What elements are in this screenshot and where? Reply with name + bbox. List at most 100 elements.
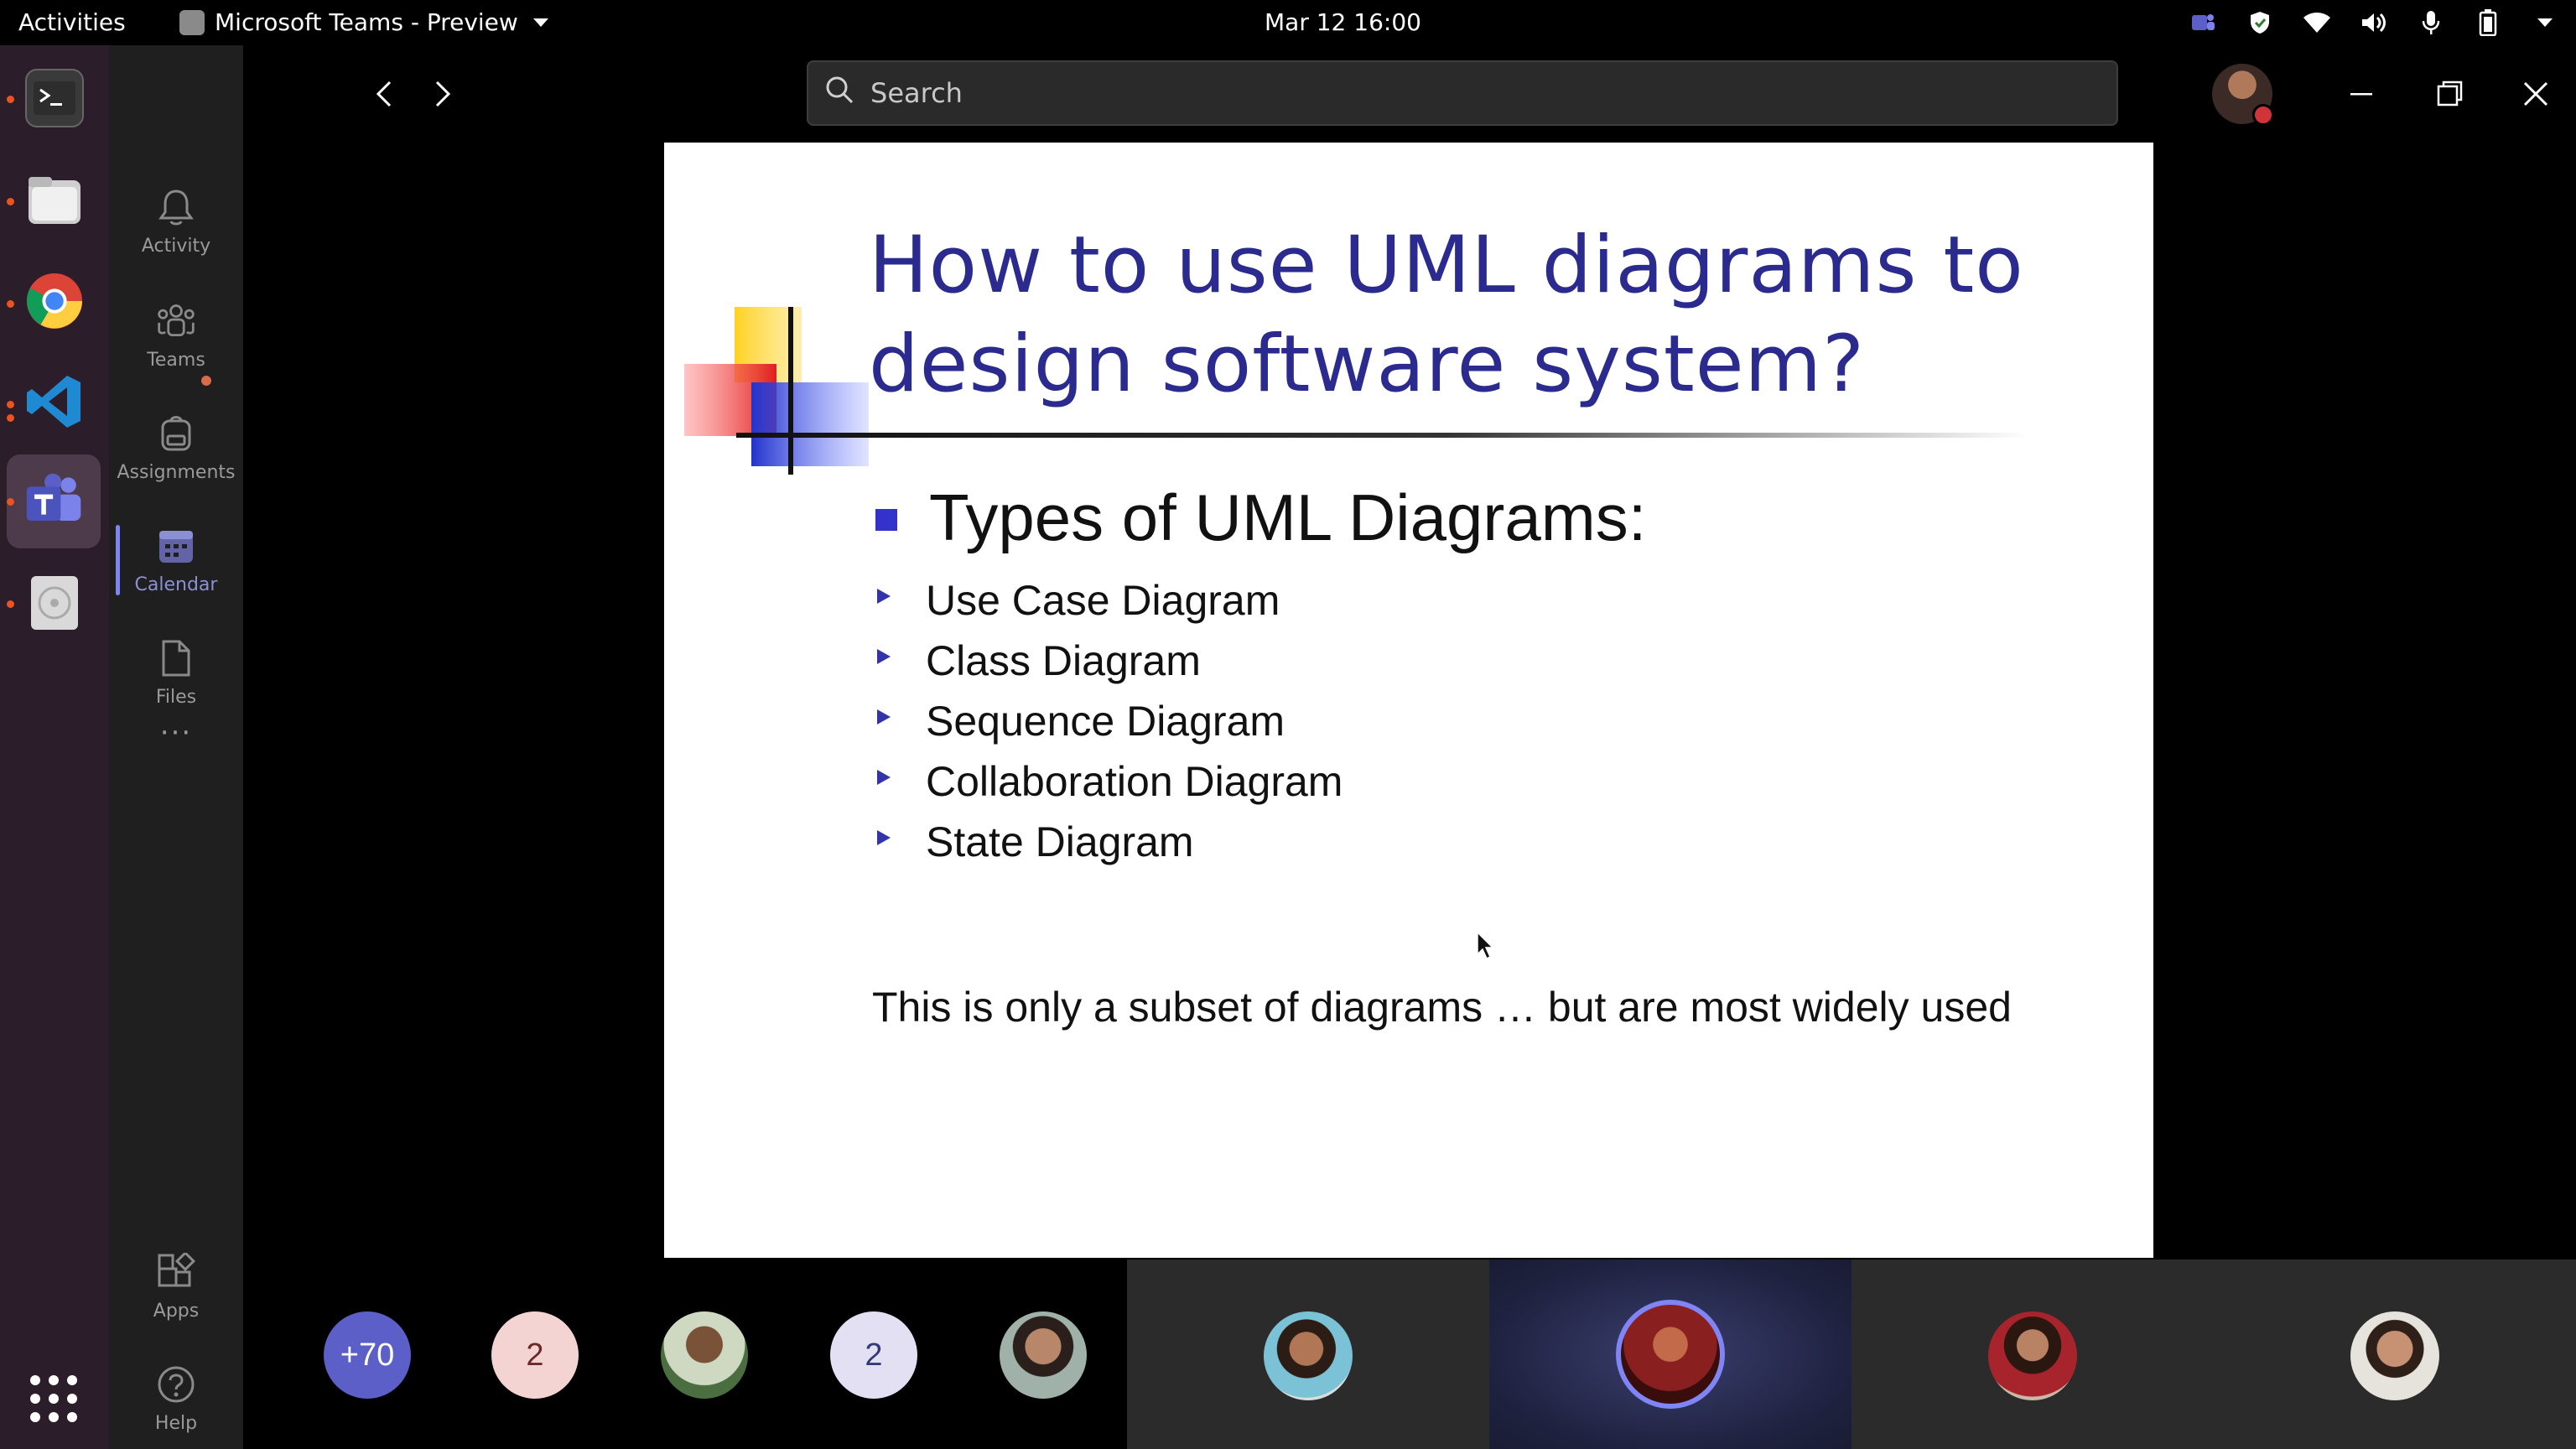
rail-item-label: Assignments	[117, 461, 236, 483]
terminal-app-icon[interactable]	[25, 69, 84, 127]
busy-status-badge	[2252, 104, 2274, 126]
app-menu-label: Microsoft Teams - Preview	[215, 8, 518, 36]
list-item: Use Case Diagram	[875, 570, 1343, 631]
help-icon	[156, 1364, 196, 1405]
slide-title: How to use UML diagrams to design softwa…	[869, 216, 2110, 414]
teams-app-bar: Activity Teams Assignments Calendar File…	[109, 45, 243, 1449]
square-bullet-icon	[875, 508, 897, 531]
teams-icon	[156, 301, 196, 341]
running-indicator	[7, 300, 14, 308]
show-applications-icon[interactable]	[30, 1375, 77, 1422]
overflow-participants-button[interactable]: +70	[324, 1311, 411, 1399]
rail-item-label: Calendar	[134, 574, 218, 595]
search-input[interactable]: Search	[807, 60, 2118, 126]
system-top-bar: Activities Microsoft Teams - Preview Mar…	[0, 0, 2576, 45]
wifi-icon[interactable]	[2303, 8, 2331, 37]
running-indicator	[7, 198, 14, 205]
battery-icon[interactable]	[2474, 8, 2502, 37]
vscode-app-icon[interactable]	[25, 372, 84, 431]
list-item-text: State Diagram	[926, 818, 1194, 865]
slide-title-line-2: design software system?	[869, 319, 1865, 410]
activities-button[interactable]: Activities	[18, 8, 126, 36]
participant-avatar	[2350, 1311, 2439, 1400]
clock[interactable]: Mar 12 16:00	[1265, 8, 1421, 36]
system-tray[interactable]	[2189, 7, 2559, 39]
apps-button[interactable]: Apps	[109, 1236, 243, 1337]
teams-title-bar: Search	[243, 45, 2576, 143]
search-placeholder: Search	[870, 77, 963, 109]
arrow-bullet-icon	[875, 644, 926, 678]
backpack-icon	[156, 413, 196, 454]
meeting-stage: How to use UML diagrams to design softwa…	[243, 143, 2576, 1259]
participant-video-tile[interactable]	[2214, 1259, 2576, 1449]
slide-logo-decoration	[684, 307, 869, 475]
arrow-bullet-icon	[875, 765, 926, 798]
slide-heading: Types of UML Diagrams:	[875, 480, 1646, 556]
chevron-down-icon	[532, 18, 548, 27]
app-menu[interactable]: Microsoft Teams - Preview	[179, 8, 548, 36]
rail-item-teams[interactable]: Teams	[109, 285, 243, 386]
arrow-bullet-icon	[875, 584, 926, 617]
microphone-icon[interactable]	[2417, 8, 2445, 37]
participant-video-tile[interactable]	[1852, 1259, 2214, 1449]
teams-tray-icon[interactable]	[2189, 8, 2217, 37]
list-item-text: Use Case Diagram	[926, 577, 1280, 624]
restore-icon[interactable]	[2427, 70, 2474, 117]
volume-icon[interactable]	[2360, 8, 2388, 37]
title-underline	[736, 433, 2028, 438]
teams-app-icon	[179, 9, 205, 35]
apps-icon	[156, 1252, 196, 1292]
calendar-icon	[156, 526, 196, 566]
chrome-app-icon[interactable]	[25, 272, 84, 330]
rail-item-label: Files	[155, 686, 197, 708]
participant-avatar	[1264, 1311, 1353, 1400]
close-icon[interactable]	[2512, 70, 2559, 117]
list-item: Class Diagram	[875, 631, 1343, 691]
list-item: State Diagram	[875, 812, 1343, 872]
search-icon	[823, 74, 855, 112]
ubuntu-dock	[0, 45, 109, 1449]
list-item: Sequence Diagram	[875, 691, 1343, 751]
disc-app-icon[interactable]	[25, 574, 84, 632]
back-arrow-icon[interactable]	[367, 77, 401, 111]
participant-strip: +70 2 2	[243, 1259, 2576, 1449]
help-button[interactable]: Help	[109, 1348, 243, 1449]
shared-slide: How to use UML diagrams to design softwa…	[664, 143, 2153, 1258]
slide-heading-text: Types of UML Diagrams:	[929, 480, 1647, 554]
running-indicator	[7, 600, 14, 608]
participant-avatar[interactable]: 2	[491, 1311, 579, 1399]
power-menu-chevron-icon[interactable]	[2531, 8, 2559, 37]
list-item-text: Sequence Diagram	[926, 698, 1285, 745]
mouse-pointer-icon	[1477, 931, 1494, 960]
rail-item-calendar[interactable]: Calendar	[109, 510, 243, 610]
slide-title-line-1: How to use UML diagrams to	[869, 220, 2024, 311]
bell-icon	[156, 187, 196, 227]
more-apps-button[interactable]: ···	[109, 708, 243, 758]
participant-avatar[interactable]: 2	[830, 1311, 917, 1399]
rail-item-label: Teams	[147, 349, 205, 371]
apps-label: Apps	[153, 1300, 200, 1322]
participant-roster: +70 2 2	[243, 1259, 1127, 1449]
active-speaker-tile[interactable]	[1489, 1259, 1852, 1449]
profile-avatar[interactable]	[2212, 64, 2274, 126]
file-icon	[156, 638, 196, 678]
participant-avatar	[1616, 1300, 1725, 1409]
rail-item-assignments[interactable]: Assignments	[109, 397, 243, 498]
running-indicator	[7, 414, 14, 422]
participant-avatar[interactable]	[1000, 1311, 1087, 1399]
participant-avatar[interactable]	[661, 1311, 748, 1399]
participant-avatar	[1988, 1311, 2077, 1400]
forward-arrow-icon[interactable]	[426, 77, 460, 111]
running-indicator	[7, 401, 14, 408]
arrow-bullet-icon	[875, 825, 926, 859]
minimize-icon[interactable]	[2338, 70, 2385, 117]
teams-app-icon[interactable]	[25, 471, 84, 530]
rail-item-activity[interactable]: Activity	[109, 171, 243, 272]
more-icon: ···	[159, 716, 193, 750]
participant-video-tile[interactable]	[1127, 1259, 1489, 1449]
slide-footnote: This is only a subset of diagrams … but …	[872, 984, 2012, 1031]
shield-icon[interactable]	[2246, 8, 2274, 37]
running-indicator	[7, 96, 14, 103]
help-label: Help	[154, 1412, 198, 1434]
files-app-icon[interactable]	[25, 171, 84, 230]
